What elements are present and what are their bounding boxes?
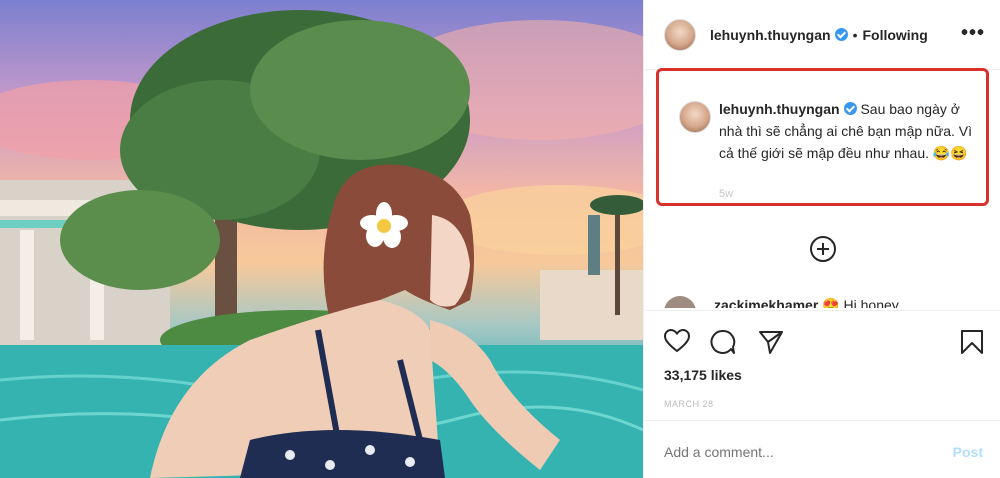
save-bookmark-icon[interactable] [960, 329, 984, 355]
likes-count[interactable]: 33,175 likes [664, 367, 742, 383]
share-send-icon[interactable] [758, 329, 784, 355]
commenter-username[interactable]: zackimekhamer [714, 297, 818, 308]
add-comment-input[interactable] [664, 444, 924, 460]
author-avatar[interactable] [664, 18, 696, 51]
caption-username[interactable]: lehuynh.thuyngan [719, 101, 840, 117]
caption-highlight: lehuynh.thuyngan Sau bao ngày ở nhà thì … [656, 68, 989, 206]
post-comment-button[interactable]: Post [953, 444, 983, 460]
like-heart-icon[interactable] [664, 329, 690, 353]
caption-timestamp: 5w [719, 188, 734, 200]
post-date: MARCH 28 [664, 399, 714, 409]
comment-bubble-icon[interactable] [710, 329, 736, 355]
verified-badge-icon [834, 28, 848, 41]
commenter-avatar[interactable] [664, 296, 696, 308]
more-horizontal-icon[interactable]: ••• [961, 22, 985, 45]
load-more-comments-icon[interactable] [810, 236, 836, 262]
comment-composer: Post [644, 420, 1000, 478]
post-header: lehuynh.thuyngan • Following ••• [644, 0, 1000, 70]
following-button[interactable]: Following [862, 27, 927, 43]
comment-content: zackimekhamer 😍 Hi honey [714, 297, 899, 308]
caption-avatar[interactable] [679, 101, 711, 133]
separator-dot: • [852, 26, 858, 43]
post-photo[interactable] [0, 0, 643, 478]
post-sidebar: lehuynh.thuyngan • Following ••• lehuynh… [643, 0, 1000, 478]
action-bar [644, 310, 1000, 370]
photo-illustration [0, 10, 643, 478]
verified-badge-icon [843, 102, 857, 115]
author-username[interactable]: lehuynh.thuyngan [710, 27, 831, 43]
comment-item: zackimekhamer 😍 Hi honey [664, 294, 984, 308]
post-caption: lehuynh.thuyngan Sau bao ngày ở nhà thì … [719, 98, 981, 164]
comment-text: 😍 Hi honey [822, 297, 899, 308]
